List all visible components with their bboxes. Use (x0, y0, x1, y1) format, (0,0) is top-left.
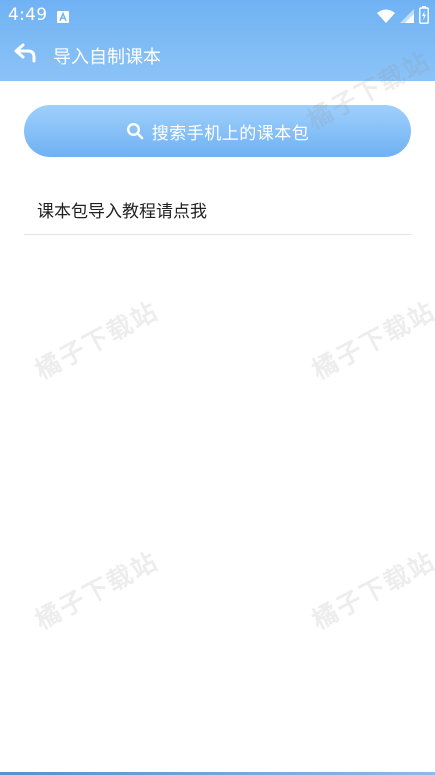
status-bar: 4:49 (0, 0, 435, 30)
watermark: 橘子下载站 (307, 296, 435, 386)
android-notification-icon (57, 8, 69, 23)
back-arrow-icon (14, 43, 38, 67)
back-button[interactable] (12, 42, 40, 68)
wifi-icon (377, 8, 395, 27)
search-button-label: 搜索手机上的课本包 (151, 123, 310, 144)
search-textbook-button[interactable]: 搜索手机上的课本包 (24, 105, 411, 157)
watermark: 橘子下载站 (30, 546, 164, 636)
battery-icon (419, 6, 429, 28)
watermark: 橘子下载站 (307, 546, 435, 636)
list-item-import-tutorial[interactable]: 课本包导入教程请点我 (24, 183, 411, 235)
app-header: 导入自制课本 (0, 30, 435, 81)
page-title: 导入自制课本 (53, 47, 161, 68)
status-time: 4:49 (8, 5, 48, 25)
status-icons (377, 6, 429, 28)
list-item-label: 课本包导入教程请点我 (37, 202, 207, 222)
signal-icon (400, 8, 414, 27)
search-icon (126, 122, 144, 140)
top-bar: 4:49 导入自制课本 (0, 0, 435, 81)
watermark: 橘子下载站 (30, 296, 164, 386)
